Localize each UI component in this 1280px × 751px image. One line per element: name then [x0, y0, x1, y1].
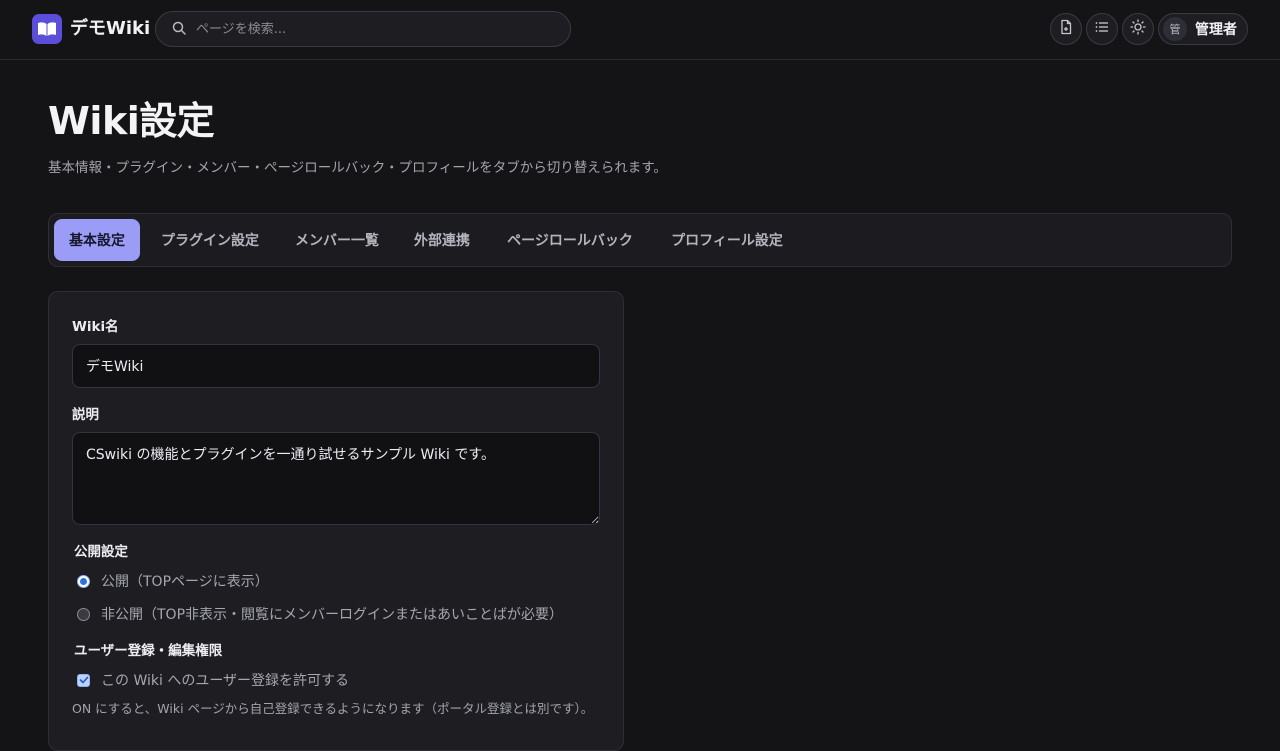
page-subtitle: 基本情報・プラグイン・メンバー・ページロールバック・プロフィールをタブから切り替…	[48, 160, 667, 176]
tab-member-list[interactable]: メンバー一覧	[282, 219, 392, 261]
book-logo-icon[interactable]	[32, 14, 62, 44]
page-list-button[interactable]	[1086, 13, 1118, 45]
visibility-private-option[interactable]: 非公開（TOP非表示・閲覧にメンバーログインまたはあいことばが必要）	[77, 604, 563, 624]
tab-page-rollback[interactable]: ページロールバック	[492, 219, 648, 261]
checkmark-icon	[79, 676, 88, 684]
private-radio[interactable]	[77, 607, 90, 621]
theme-toggle-button[interactable]	[1122, 13, 1154, 45]
wiki-name-label: Wiki名	[72, 319, 119, 335]
list-icon	[1094, 19, 1110, 39]
tab-profile-settings[interactable]: プロフィール設定	[658, 219, 796, 261]
settings-tabs: 基本設定 プラグイン設定 メンバー一覧 外部連携 ページロールバック プロフィー…	[48, 213, 1232, 267]
tab-basic-settings[interactable]: 基本設定	[54, 219, 140, 261]
registration-label: ユーザー登録・編集権限	[74, 643, 223, 659]
user-name: 管理者	[1195, 22, 1237, 38]
page-title: Wiki設定	[48, 99, 215, 143]
avatar: 管	[1163, 17, 1187, 41]
wiki-name-input[interactable]	[72, 344, 600, 388]
search-icon	[172, 20, 186, 39]
top-header: デモWiki ページを検索... 管 管理者	[0, 0, 1280, 60]
basic-settings-card: Wiki名 説明 CSwiki の機能とプラグインを一通り試せるサンプル Wik…	[48, 291, 624, 751]
description-textarea[interactable]: CSwiki の機能とプラグインを一通り試せるサンプル Wiki です。	[72, 432, 600, 525]
registration-help-text: ON にすると、Wiki ページから自己登録できるようになります（ポータル登録と…	[72, 701, 594, 716]
visibility-public-option[interactable]: 公開（TOPページに表示）	[77, 571, 269, 591]
allow-registration-label: この Wiki へのユーザー登録を許可する	[101, 673, 350, 689]
search-input[interactable]	[196, 21, 556, 37]
public-radio[interactable]	[77, 574, 90, 588]
allow-registration-checkbox[interactable]	[77, 673, 90, 687]
description-label: 説明	[72, 407, 99, 423]
new-page-icon	[1058, 19, 1074, 39]
allow-registration-option[interactable]: この Wiki へのユーザー登録を許可する	[77, 670, 349, 690]
tab-integrations[interactable]: 外部連携	[402, 219, 482, 261]
new-page-button[interactable]	[1050, 13, 1082, 45]
public-radio-label: 公開（TOPページに表示）	[101, 574, 269, 590]
private-radio-label: 非公開（TOP非表示・閲覧にメンバーログインまたはあいことばが必要）	[101, 607, 564, 623]
brand-name[interactable]: デモWiki	[70, 16, 150, 42]
user-menu-button[interactable]: 管 管理者	[1158, 13, 1248, 45]
search-box[interactable]	[155, 11, 571, 47]
sun-icon	[1130, 19, 1146, 39]
tab-plugin-settings[interactable]: プラグイン設定	[148, 219, 272, 261]
visibility-label: 公開設定	[74, 544, 128, 560]
